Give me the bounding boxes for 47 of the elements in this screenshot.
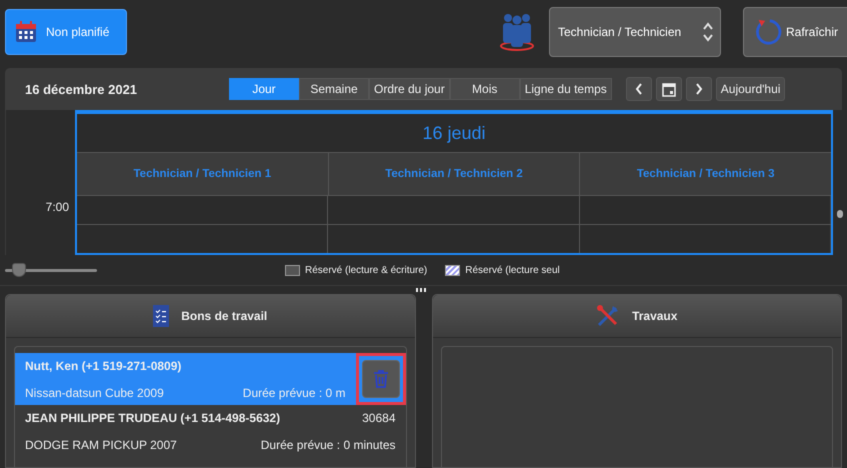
checklist-icon xyxy=(153,305,170,327)
vehicle-label: Nissan-datsun Cube 2009 xyxy=(25,386,164,400)
date-picker-button[interactable] xyxy=(656,77,682,101)
delete-button[interactable] xyxy=(362,360,400,398)
current-date: 16 décembre 2021 xyxy=(25,82,138,96)
refresh-icon xyxy=(754,18,782,46)
view-tab[interactable]: Jour xyxy=(229,78,299,100)
technician-header: Technician / Technicien 2 xyxy=(328,153,580,195)
tools-icon xyxy=(596,304,620,328)
technician-header: Technician / Technicien 1 xyxy=(77,153,329,195)
unplanned-button[interactable]: Non planifié xyxy=(5,9,127,55)
duration-label: Durée prévue : 0 minutes xyxy=(260,438,396,452)
order-number: 30684 xyxy=(362,411,396,425)
customer-name: JEAN PHILIPPE TRUDEAU (+1 514-498-5632) xyxy=(25,411,280,425)
refresh-button[interactable]: Rafraîchir xyxy=(743,7,847,57)
technician-header: Technician / Technicien 3 xyxy=(636,167,776,182)
today-button[interactable]: Aujourd'hui xyxy=(716,77,786,101)
duration-label: Durée prévue : 0 m xyxy=(242,386,346,400)
technician-select[interactable]: Technician / Technicien xyxy=(549,7,721,57)
team-icon xyxy=(499,12,535,52)
splitter-handle-icon[interactable] xyxy=(416,288,426,292)
chevron-right-icon xyxy=(694,83,703,95)
legend-label: Réservé (lecture & écriture) xyxy=(305,264,428,276)
view-tab[interactable]: Mois xyxy=(450,78,520,100)
solid-swatch xyxy=(285,264,300,276)
panel-title: Travaux xyxy=(632,309,678,323)
hatched-swatch xyxy=(445,264,460,276)
slider-thumb[interactable] xyxy=(12,263,26,277)
zoom-slider[interactable] xyxy=(5,263,97,277)
previous-button[interactable] xyxy=(626,77,652,101)
trash-icon xyxy=(372,370,388,388)
work-order-item[interactable]: JEAN PHILIPPE TRUDEAU (+1 514-498-5632) 30684 DODGE RAM PICKUP 2007 Durée prévue : 0 minutes xyxy=(15,405,406,457)
legend-label: Réservé (lecture seul xyxy=(465,264,560,276)
chevron-up-down-icon xyxy=(702,21,714,43)
view-tab[interactable]: Semaine xyxy=(299,78,369,100)
view-tab[interactable]: Ligne du temps xyxy=(520,78,612,100)
scrollbar-thumb[interactable] xyxy=(837,210,843,218)
calendar-icon xyxy=(14,20,38,44)
time-label: 7:00 xyxy=(46,200,69,214)
day-title: 16 jeudi xyxy=(422,122,486,144)
panel-title: Bons de travail xyxy=(181,309,268,323)
chevron-left-icon xyxy=(634,83,643,95)
customer-name: Nutt, Ken (+1 519-271-0809) xyxy=(25,359,182,373)
next-button[interactable] xyxy=(686,77,712,101)
vehicle-label: DODGE RAM PICKUP 2007 xyxy=(25,438,177,452)
calendar-icon xyxy=(662,82,676,96)
view-tab[interactable]: Ordre du jour xyxy=(369,78,450,100)
